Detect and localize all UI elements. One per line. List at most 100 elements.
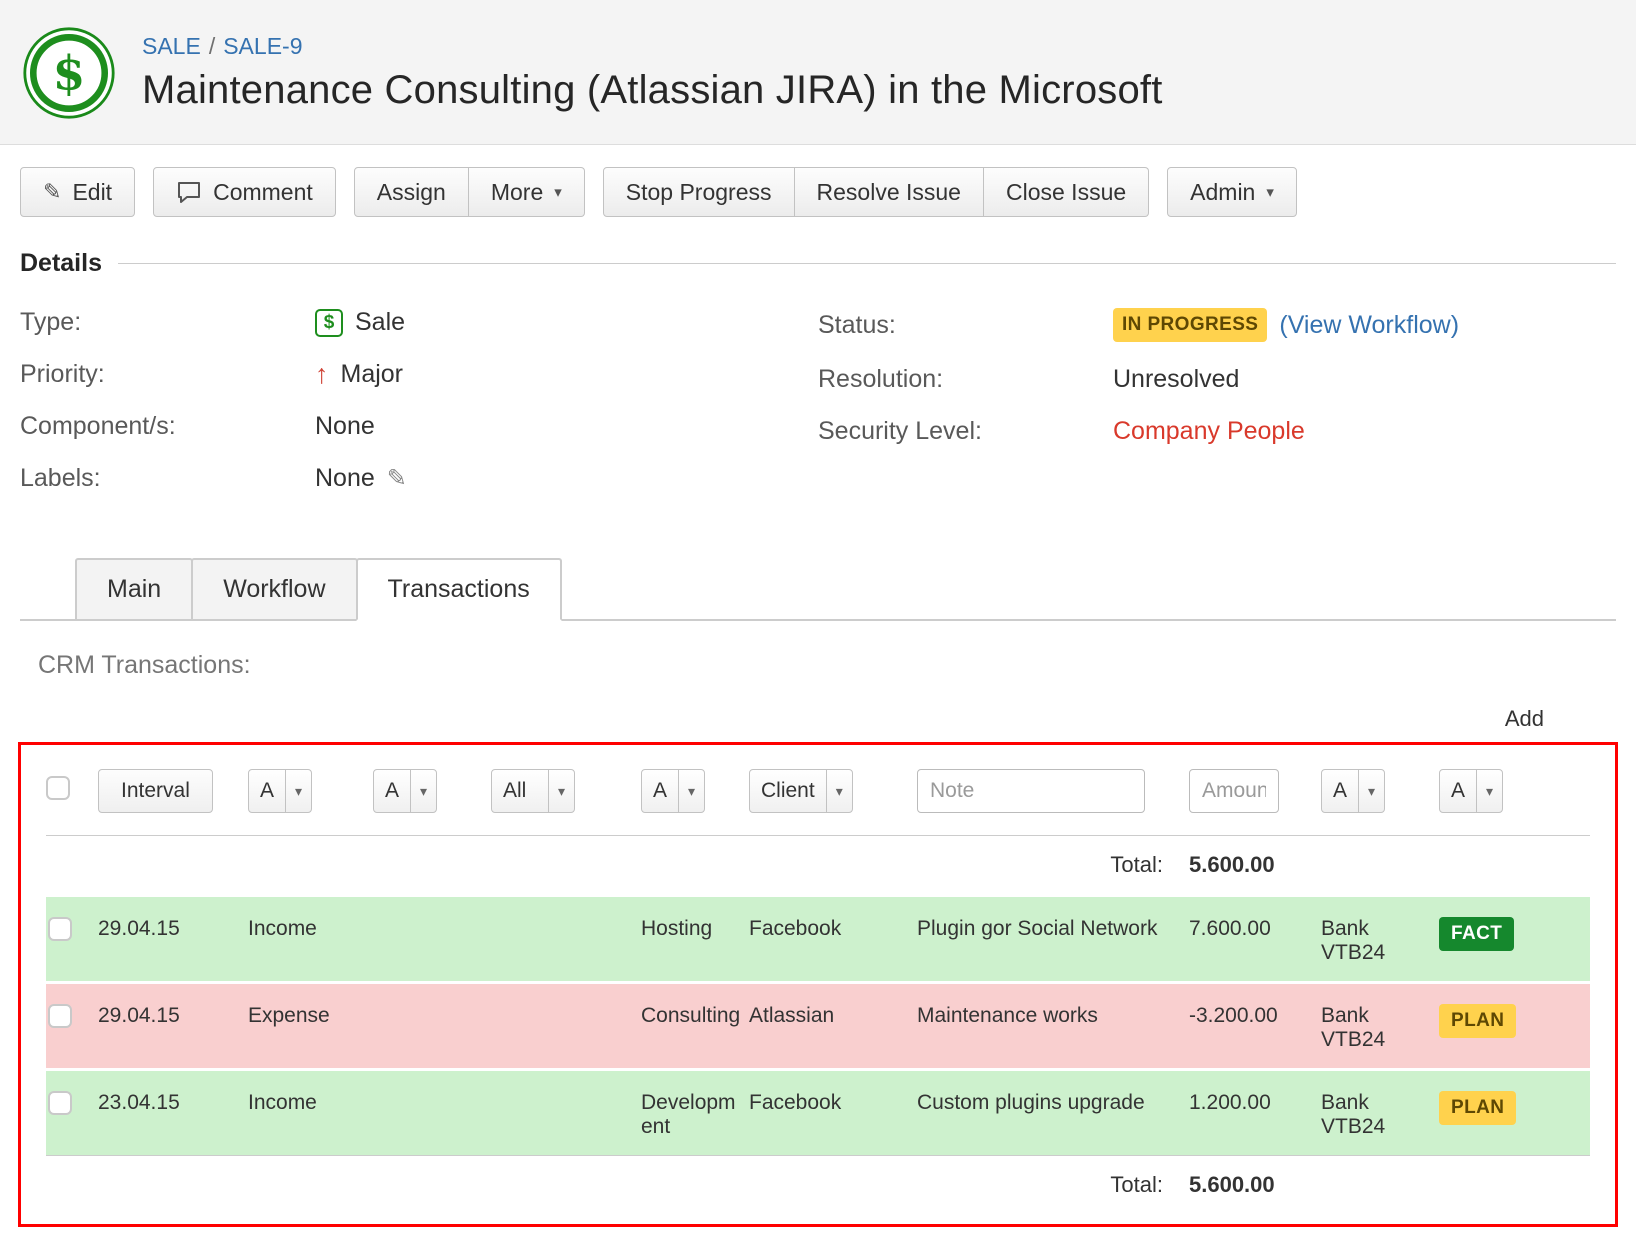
- admin-dropdown-button[interactable]: Admin ▾: [1167, 167, 1297, 217]
- type-filter-dropdown[interactable]: A ▾: [248, 769, 312, 813]
- row-checkbox[interactable]: [48, 917, 72, 941]
- details-section: Details Type: $ Sale Priority: ↑ Major C…: [0, 217, 1636, 516]
- chevron-down-icon: ▾: [548, 770, 574, 812]
- chevron-down-icon: ▾: [410, 770, 436, 812]
- breadcrumb-separator: /: [209, 33, 215, 59]
- total-row-bottom: Total: 5.600.00: [46, 1156, 1590, 1215]
- details-divider: [118, 263, 1616, 264]
- select-all-checkbox[interactable]: [46, 776, 70, 800]
- amount-filter-input[interactable]: [1189, 769, 1279, 813]
- tx-date: 23.04.15: [98, 1070, 248, 1156]
- priority-label: Priority:: [20, 360, 315, 389]
- tx-note: Custom plugins upgrade: [917, 1070, 1189, 1156]
- note-filter-input[interactable]: [917, 769, 1145, 813]
- chevron-down-icon: ▾: [1476, 770, 1502, 812]
- edit-button-label: Edit: [72, 179, 112, 206]
- tab-workflow[interactable]: Workflow: [191, 558, 357, 621]
- sale-dollar-icon: $: [22, 26, 116, 120]
- group-filter-value: All: [492, 770, 548, 812]
- status-badge: IN PROGRESS: [1113, 308, 1267, 342]
- assign-button[interactable]: Assign: [354, 167, 469, 217]
- type-value: Sale: [355, 308, 405, 337]
- account-filter-dropdown[interactable]: A ▾: [1321, 769, 1385, 813]
- assign-button-label: Assign: [377, 179, 446, 206]
- transaction-row: 29.04.15 Income Hosting Facebook Plugin …: [46, 896, 1590, 983]
- tx-status-badge: PLAN: [1439, 1004, 1516, 1038]
- close-issue-button[interactable]: Close Issue: [984, 167, 1149, 217]
- priority-value: Major: [341, 360, 404, 389]
- pencil-icon: ✎: [43, 179, 61, 205]
- client-filter-dropdown[interactable]: Client ▾: [749, 769, 853, 813]
- type-label: Type:: [20, 308, 315, 337]
- tx-date: 29.04.15: [98, 983, 248, 1070]
- tx-status-badge: PLAN: [1439, 1091, 1516, 1125]
- status-filter-dropdown[interactable]: A ▾: [1439, 769, 1503, 813]
- group-filter-dropdown[interactable]: All ▾: [491, 769, 575, 813]
- resolve-issue-button[interactable]: Resolve Issue: [795, 167, 984, 217]
- row-checkbox[interactable]: [48, 1091, 72, 1115]
- tx-account: Bank VTB24: [1321, 896, 1439, 983]
- type-filter-value: A: [249, 770, 285, 812]
- more-dropdown-button[interactable]: More ▾: [469, 167, 585, 217]
- chevron-down-icon: ▾: [285, 770, 311, 812]
- tx-category: Consulting: [641, 983, 749, 1070]
- transactions-table: Interval A ▾ A ▾ All ▾: [46, 763, 1590, 1214]
- total-value: 5.600.00: [1189, 836, 1321, 896]
- row-checkbox[interactable]: [48, 1004, 72, 1028]
- filter2-dropdown[interactable]: A ▾: [373, 769, 437, 813]
- svg-text:$: $: [53, 46, 86, 101]
- breadcrumb-project-link[interactable]: SALE: [142, 33, 201, 59]
- total-label: Total:: [46, 836, 1189, 896]
- crm-transactions-heading: CRM Transactions:: [0, 621, 1636, 680]
- toolbar: ✎ Edit Comment Assign More ▾ Stop Progre…: [0, 145, 1636, 217]
- resolve-issue-label: Resolve Issue: [817, 179, 961, 206]
- tx-account: Bank VTB24: [1321, 1070, 1439, 1156]
- tx-account: Bank VTB24: [1321, 983, 1439, 1070]
- footer-total-label: Total:: [46, 1156, 1189, 1215]
- stop-progress-button[interactable]: Stop Progress: [603, 167, 795, 217]
- labels-value: None: [315, 464, 375, 493]
- tx-amount: -3.200.00: [1189, 983, 1321, 1070]
- total-row-top: Total: 5.600.00: [46, 836, 1590, 896]
- sale-type-icon: $: [315, 309, 343, 337]
- tx-note: Plugin gor Social Network: [917, 896, 1189, 983]
- category-filter-value: A: [642, 770, 678, 812]
- tx-client: Facebook: [749, 1070, 917, 1156]
- stop-progress-label: Stop Progress: [626, 179, 772, 206]
- chevron-down-icon: ▾: [826, 770, 852, 812]
- tx-date: 29.04.15: [98, 896, 248, 983]
- workflow-button-group: Stop Progress Resolve Issue Close Issue: [603, 167, 1149, 217]
- add-transaction-link[interactable]: Add: [1505, 706, 1544, 731]
- client-filter-value: Client: [750, 770, 826, 812]
- chevron-down-icon: ▾: [1358, 770, 1384, 812]
- tx-client: Facebook: [749, 896, 917, 983]
- category-filter-dropdown[interactable]: A ▾: [641, 769, 705, 813]
- chevron-down-icon: ▾: [554, 185, 562, 200]
- components-label: Component/s:: [20, 412, 315, 441]
- resolution-value: Unresolved: [1113, 365, 1239, 394]
- interval-filter-button[interactable]: Interval: [98, 769, 213, 813]
- edit-button[interactable]: ✎ Edit: [20, 167, 135, 217]
- tab-main[interactable]: Main: [75, 558, 193, 621]
- filter-row: Interval A ▾ A ▾ All ▾: [46, 763, 1590, 836]
- tx-type: Income: [248, 1070, 373, 1156]
- more-button-label: More: [491, 179, 543, 206]
- tab-transactions[interactable]: Transactions: [356, 558, 562, 621]
- transaction-row: 23.04.15 Income Development Facebook Cus…: [46, 1070, 1590, 1156]
- tx-amount: 7.600.00: [1189, 896, 1321, 983]
- view-workflow-link[interactable]: (View Workflow): [1279, 311, 1459, 340]
- breadcrumb-issue-link[interactable]: SALE-9: [223, 33, 302, 59]
- transaction-row: 29.04.15 Expense Consulting Atlassian Ma…: [46, 983, 1590, 1070]
- details-heading: Details: [20, 249, 102, 278]
- tx-note: Maintenance works: [917, 983, 1189, 1070]
- close-issue-label: Close Issue: [1006, 179, 1126, 206]
- chevron-down-icon: ▾: [1266, 185, 1274, 200]
- comment-button[interactable]: Comment: [153, 167, 336, 217]
- security-level-value: Company People: [1113, 417, 1305, 446]
- issue-header: $ SALE/SALE-9 Maintenance Consulting (At…: [0, 0, 1636, 145]
- edit-labels-pencil-icon[interactable]: ✎: [387, 464, 407, 493]
- tx-category: Development: [641, 1070, 749, 1156]
- labels-label: Labels:: [20, 464, 315, 493]
- footer-total-value: 5.600.00: [1189, 1156, 1321, 1215]
- comment-button-label: Comment: [213, 179, 313, 206]
